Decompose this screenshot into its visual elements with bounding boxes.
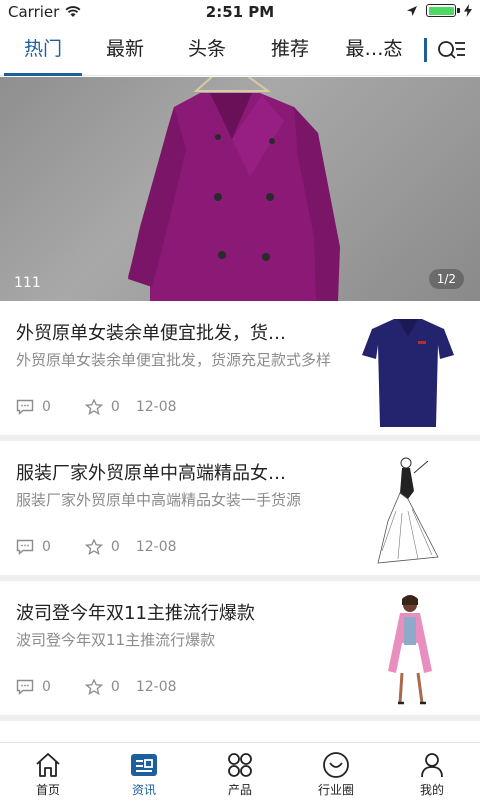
- tab-hot[interactable]: 热门: [4, 24, 82, 76]
- news-date: 12-08: [135, 399, 177, 415]
- tab-divider: [424, 38, 427, 62]
- news-meta: 0 0 12-08: [16, 399, 177, 415]
- status-right: [406, 4, 472, 17]
- grid-icon: [228, 753, 252, 777]
- like-count: 0: [110, 679, 120, 695]
- nav-label: 资讯: [131, 783, 156, 797]
- tab-recommended[interactable]: 推荐: [250, 24, 330, 76]
- news-separator: [0, 715, 480, 721]
- nav-mine[interactable]: 我的: [384, 743, 480, 800]
- tab-more-trends[interactable]: 最…态: [336, 24, 412, 76]
- nav-label: 产品: [227, 783, 252, 797]
- news-thumbnail-sketch: [377, 457, 439, 564]
- location-arrow-icon: [407, 5, 417, 16]
- news-title: 波司登今年双11主推流行爆款: [16, 603, 255, 624]
- comment-icon: [16, 679, 34, 695]
- comment-count: 0: [42, 399, 51, 415]
- news-summary: 服装厂家外贸原单中高端精品女装一手货源: [16, 491, 302, 509]
- charging-bolt-icon: [464, 4, 472, 17]
- comment-icon: [16, 399, 34, 415]
- tab-latest[interactable]: 最新: [86, 24, 164, 76]
- banner-page-indicator: 1/2: [428, 269, 464, 289]
- news-item[interactable]: 外贸原单女装余单便宜批发，货… 外贸原单女装余单便宜批发，货源充足款式多样 0 …: [0, 301, 480, 435]
- banner-coat-image: [128, 77, 340, 301]
- like-count: 0: [110, 539, 120, 555]
- tab-underline: [4, 73, 82, 76]
- banner-carousel[interactable]: 111 1/2: [0, 77, 480, 301]
- user-icon: [421, 753, 443, 778]
- news-icon: [131, 754, 157, 776]
- star-icon[interactable]: [84, 539, 103, 555]
- nav-home[interactable]: 首页: [0, 743, 96, 800]
- filter-menu-icon[interactable]: [436, 36, 466, 64]
- banner-caption: 111: [14, 275, 41, 291]
- star-icon[interactable]: [84, 399, 103, 415]
- news-summary: 外贸原单女装余单便宜批发，货源充足款式多样: [16, 351, 332, 369]
- news-date: 12-08: [135, 679, 177, 695]
- nav-industry-circle[interactable]: 行业圈: [288, 743, 384, 800]
- nav-label: 我的: [419, 783, 444, 797]
- smile-icon: [323, 752, 349, 778]
- nav-products[interactable]: 产品: [192, 743, 288, 800]
- category-tabs: 热门 最新 头条 推荐 最…态: [0, 24, 480, 76]
- tab-headlines[interactable]: 头条: [168, 24, 246, 76]
- comment-icon: [16, 539, 34, 555]
- news-thumbnail-polo: [362, 319, 454, 427]
- news-thumbnail-pink-coat: [388, 595, 432, 705]
- comment-count: 0: [42, 539, 51, 555]
- news-date: 12-08: [135, 539, 177, 555]
- nav-label: 首页: [35, 783, 60, 797]
- battery-level: [428, 6, 454, 15]
- status-bar: Carrier 2:51 PM: [0, 0, 480, 24]
- battery-icon: [426, 4, 460, 17]
- comment-count: 0: [42, 679, 51, 695]
- news-meta: 0 0 12-08: [16, 539, 177, 555]
- bottom-nav: 首页 资讯 产品 行业圈 我的: [0, 742, 480, 800]
- star-icon[interactable]: [84, 679, 103, 695]
- news-item[interactable]: 波司登今年双11主推流行爆款 波司登今年双11主推流行爆款 0 0 12-08: [0, 581, 480, 715]
- nav-news[interactable]: 资讯: [96, 743, 192, 800]
- news-title: 服装厂家外贸原单中高端精品女…: [16, 463, 286, 484]
- like-count: 0: [110, 399, 120, 415]
- news-meta: 0 0 12-08: [16, 679, 177, 695]
- news-title: 外贸原单女装余单便宜批发，货…: [16, 323, 286, 344]
- nav-label: 行业圈: [317, 783, 354, 797]
- home-icon: [36, 753, 60, 777]
- news-item[interactable]: 服装厂家外贸原单中高端精品女… 服装厂家外贸原单中高端精品女装一手货源 0 0 …: [0, 441, 480, 575]
- news-summary: 波司登今年双11主推流行爆款: [16, 631, 216, 649]
